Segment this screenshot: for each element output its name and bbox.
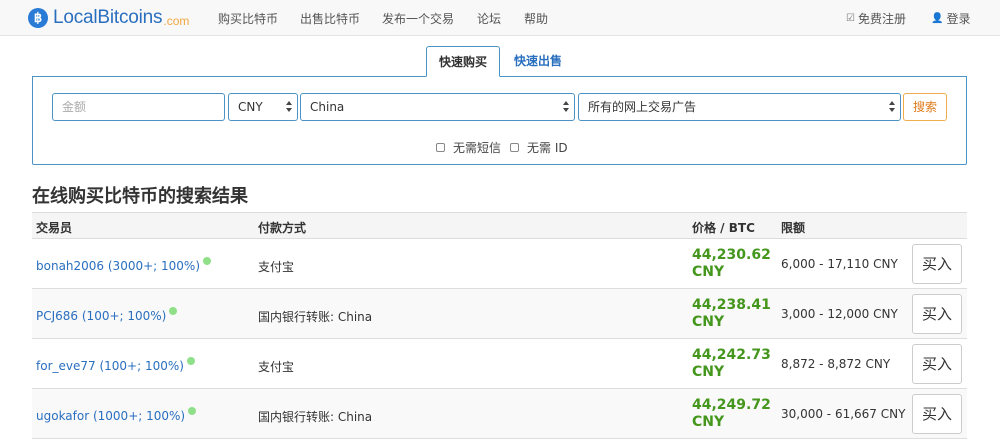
logo-name: LocalBitcoins [53,7,163,28]
site-logo[interactable]: ฿ LocalBitcoins .com [28,6,189,30]
no-sms-label: 无需短信 [453,141,502,155]
header-trader: 交易员 [36,221,73,235]
tab-quick-buy[interactable]: 快速购买 [426,46,501,77]
user-icon: 👤 [931,13,944,24]
price-value: 44,230.62 [692,247,771,263]
currency-select[interactable]: CNY [228,93,298,121]
bitcoin-badge-icon: ฿ [28,8,48,28]
login-link[interactable]: 👤 登录 [931,10,970,27]
checkbox-box[interactable] [510,143,519,152]
top-navbar: ฿ LocalBitcoins .com 购买比特币 出售比特币 发布一个交易 … [0,0,1000,36]
country-value: China [310,100,345,114]
payment-method-select[interactable]: 所有的网上交易广告 [578,93,901,121]
no-sms-checkbox[interactable]: 无需短信 [436,139,501,156]
trader-name[interactable]: bonah2006 (3000+; 100%) [36,259,200,273]
trader-name[interactable]: PCJ686 (100+; 100%) [36,309,166,323]
price-currency: CNY [692,264,725,280]
online-status-icon [188,407,197,415]
nav-sell-bitcoin[interactable]: 出售比特币 [300,10,360,27]
header-payment: 付款方式 [258,221,307,235]
trader-link[interactable]: bonah2006 (3000+; 100%) [36,257,211,273]
register-link[interactable]: ☑ 免费注册 [846,10,906,27]
no-id-checkbox[interactable]: 无需 ID [510,139,568,156]
table-row: ugokafor (1000+; 100%) 国内银行转账: China 44,… [32,389,967,439]
payment-method: 支付宝 [258,360,295,374]
online-status-icon [203,257,211,265]
results-title: 在线购买比特币的搜索结果 [32,186,248,207]
trader-name[interactable]: ugokafor (1000+; 100%) [36,409,185,423]
limit: 3,000 - 12,000 CNY [781,307,898,321]
nav-post-trade[interactable]: 发布一个交易 [382,10,454,27]
price-value: 44,242.73 [692,347,771,363]
buy-button[interactable]: 买入 [912,244,962,284]
no-id-label: 无需 ID [527,141,568,155]
trader-link[interactable]: for_eve77 (100+; 100%) [36,357,195,373]
payment-method: 国内银行转账: China [258,410,373,424]
buy-button[interactable]: 买入 [912,394,962,434]
payment-method-value: 所有的网上交易广告 [588,100,697,114]
trader-name[interactable]: for_eve77 (100+; 100%) [36,359,184,373]
nav-forum[interactable]: 论坛 [477,10,501,27]
header-price: 价格 / BTC [692,221,755,235]
buy-button[interactable]: 买入 [912,344,962,384]
header-limit: 限额 [781,221,806,235]
results-table-header: 交易员 付款方式 价格 / BTC 限额 [32,212,967,239]
price: 44,238.41 CNY [692,297,771,331]
price: 44,249.72 CNY [692,397,771,431]
buy-button[interactable]: 买入 [912,294,962,334]
limit: 8,872 - 8,872 CNY [781,357,891,371]
trader-link[interactable]: PCJ686 (100+; 100%) [36,307,178,323]
nav-buy-bitcoin[interactable]: 购买比特币 [218,10,278,27]
amount-input[interactable]: 金额 [52,93,225,121]
table-row: for_eve77 (100+; 100%) 支付宝 44,242.73 CNY … [32,339,967,389]
price-currency: CNY [692,364,725,380]
login-label: 登录 [946,12,971,26]
select-arrows-icon [286,101,293,113]
tab-quick-sell[interactable]: 快速出售 [502,46,574,77]
payment-method: 支付宝 [258,260,295,274]
search-button[interactable]: 搜索 [903,93,947,121]
table-row: bonah2006 (3000+; 100%) 支付宝 44,230.62 CNY… [32,239,967,289]
checkbox-box[interactable] [436,143,445,152]
price-value: 44,249.72 [692,397,771,413]
country-select[interactable]: China [300,93,575,121]
edit-square-icon: ☑ [846,13,855,24]
price-value: 44,238.41 [692,297,771,313]
price: 44,242.73 CNY [692,347,771,381]
nav-help[interactable]: 帮助 [524,10,548,27]
price-currency: CNY [692,414,725,430]
search-panel: 金额 CNY China 所有的网上交易广告 搜索 无需短信 无需 ID [32,76,967,165]
search-tabs: 快速购买 快速出售 [32,46,967,77]
select-arrows-icon [889,101,896,113]
payment-method: 国内银行转账: China [258,310,373,324]
online-status-icon [186,357,195,365]
trader-link[interactable]: ugokafor (1000+; 100%) [36,407,197,423]
price: 44,230.62 CNY [692,247,771,281]
limit: 6,000 - 17,110 CNY [781,257,898,271]
price-currency: CNY [692,314,725,330]
select-arrows-icon [563,101,570,113]
logo-suffix: .com [163,13,190,28]
online-status-icon [169,307,178,315]
currency-value: CNY [238,100,263,114]
limit: 30,000 - 61,667 CNY [781,407,906,421]
register-label: 免费注册 [857,12,906,26]
table-row: PCJ686 (100+; 100%) 国内银行转账: China 44,238… [32,289,967,339]
